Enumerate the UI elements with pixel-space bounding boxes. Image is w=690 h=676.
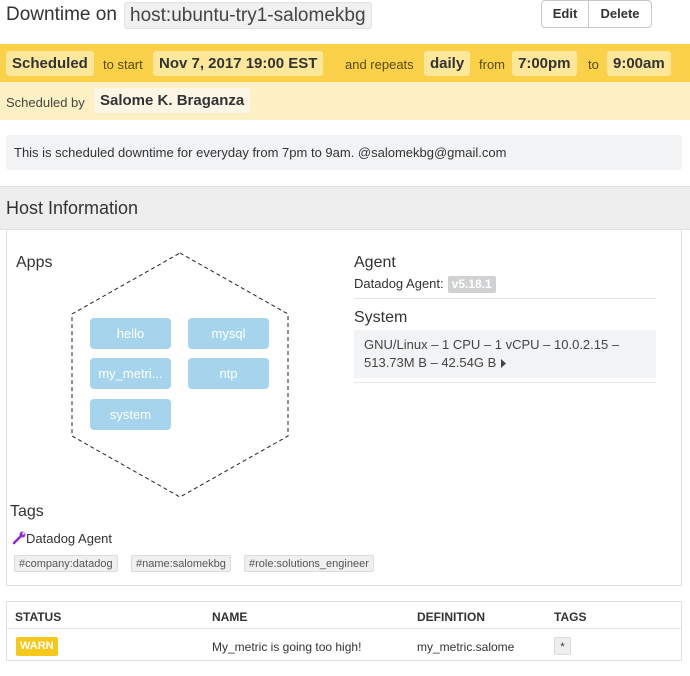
scheduled-by-bar: Scheduled by Salome K. Braganza bbox=[0, 82, 690, 120]
status-badge: WARN bbox=[16, 637, 58, 656]
from-time: 7:00pm bbox=[512, 51, 577, 76]
from-text: from bbox=[479, 57, 505, 72]
monitors-table: STATUS NAME DEFINITION TAGS WARN My_metr… bbox=[6, 601, 682, 661]
app-system[interactable]: system bbox=[90, 399, 171, 430]
divider bbox=[354, 298, 656, 299]
triangle-right-icon[interactable] bbox=[500, 359, 507, 368]
tag-role[interactable]: #role:solutions_engineer bbox=[244, 555, 374, 572]
edit-button[interactable]: Edit bbox=[542, 1, 589, 27]
agent-label: Agent bbox=[354, 254, 396, 271]
column-header-definition: DEFINITION bbox=[417, 610, 485, 624]
app-mysql[interactable]: mysql bbox=[188, 318, 269, 349]
delete-button[interactable]: Delete bbox=[589, 1, 651, 27]
downtime-message: This is scheduled downtime for everyday … bbox=[6, 135, 682, 170]
scheduled-by-name: Salome K. Braganza bbox=[94, 88, 251, 113]
tag-company[interactable]: #company:datadog bbox=[14, 555, 118, 572]
agent-info: Datadog Agent: v5.18.1 bbox=[354, 276, 496, 293]
to-text: to bbox=[588, 57, 599, 72]
agent-version-badge: v5.18.1 bbox=[447, 276, 496, 293]
schedule-bar: Scheduled to start Nov 7, 2017 19:00 EST… bbox=[0, 44, 690, 82]
column-header-name: NAME bbox=[212, 610, 248, 624]
repeat-frequency: daily bbox=[424, 51, 471, 76]
host-info-title: Host Information bbox=[6, 198, 139, 218]
tag-source-label: Datadog Agent bbox=[26, 531, 113, 546]
monitor-definition: my_metric.salome bbox=[417, 640, 515, 654]
to-start-text: to start bbox=[103, 57, 143, 72]
host-name-chip: host:ubuntu-try1-salomekbg bbox=[124, 2, 372, 29]
app-hello[interactable]: hello bbox=[90, 318, 171, 349]
page-title: Downtime on bbox=[6, 4, 117, 25]
host-info-header: Host Information bbox=[0, 186, 690, 230]
divider bbox=[7, 628, 681, 629]
status-badge: Scheduled bbox=[6, 51, 94, 76]
action-button-group: Edit Delete bbox=[541, 0, 652, 28]
tag-source: Datadog Agent bbox=[12, 531, 112, 546]
title-row: Downtime on host:ubuntu-try1-salomekbg E… bbox=[0, 0, 690, 44]
app-my-metric[interactable]: my_metri... bbox=[90, 358, 171, 389]
system-label: System bbox=[354, 309, 408, 326]
column-header-tags: TAGS bbox=[554, 610, 587, 624]
and-repeats-text: and repeats bbox=[345, 57, 414, 72]
system-info-line1: GNU/Linux – 1 CPU – 1 vCPU – 10.0.2.15 – bbox=[364, 337, 620, 352]
to-time: 9:00am bbox=[607, 51, 671, 76]
scheduled-by-label: Scheduled by bbox=[6, 95, 85, 110]
divider bbox=[354, 382, 656, 383]
monitor-tag[interactable]: * bbox=[554, 637, 571, 655]
tag-name[interactable]: #name:salomekbg bbox=[131, 555, 231, 572]
monitor-name-link[interactable]: My_metric is going too high! bbox=[212, 640, 361, 654]
wrench-icon bbox=[12, 531, 26, 545]
apps-label: Apps bbox=[16, 254, 53, 271]
agent-name: Datadog Agent: bbox=[354, 276, 444, 291]
system-info-box[interactable]: GNU/Linux – 1 CPU – 1 vCPU – 10.0.2.15 –… bbox=[354, 330, 656, 378]
tags-label: Tags bbox=[10, 503, 44, 520]
system-info-line2: 513.73M B – 42.54G B bbox=[364, 354, 646, 372]
app-ntp[interactable]: ntp bbox=[188, 358, 269, 389]
column-header-status: STATUS bbox=[15, 610, 62, 624]
start-date: Nov 7, 2017 19:00 EST bbox=[153, 51, 324, 76]
